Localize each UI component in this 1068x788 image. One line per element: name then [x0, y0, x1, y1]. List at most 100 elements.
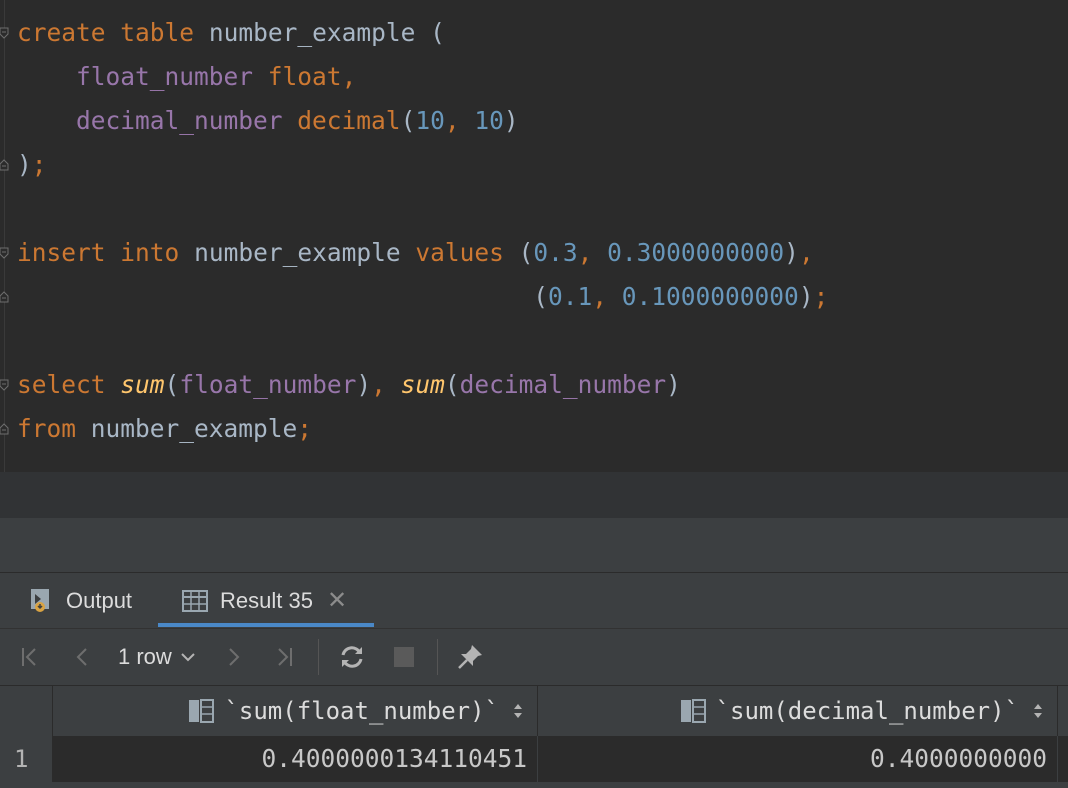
first-page-icon[interactable] — [14, 629, 46, 685]
code-line[interactable]: ); — [17, 143, 47, 187]
code-token: ) — [17, 150, 32, 179]
code-token: ( — [400, 106, 416, 135]
code-line[interactable]: select sum(float_number), sum(decimal_nu… — [17, 363, 681, 407]
code-token: 0.1000000000 — [621, 282, 799, 311]
row-count-dropdown[interactable]: 1 row — [118, 629, 196, 685]
row-number[interactable]: 1 — [0, 736, 52, 782]
tab-output-label: Output — [66, 587, 133, 613]
code-token: ( — [444, 370, 460, 399]
code-token: ) — [503, 106, 519, 135]
code-token: ; — [31, 150, 47, 179]
fold-marker-icon[interactable] — [0, 159, 9, 171]
code-token: ( — [503, 238, 534, 267]
code-token: select — [17, 370, 106, 399]
code-token: ( — [164, 370, 180, 399]
cell-float-sum[interactable]: 0.4000000134110451 — [52, 736, 538, 782]
code-token: decimal — [297, 106, 401, 135]
code-token: table — [120, 18, 195, 47]
code-token: sum — [400, 370, 445, 399]
code-line[interactable]: float_number float, — [17, 55, 356, 99]
column-icon — [188, 699, 215, 723]
column-header-label: `sum(decimal_number)` — [715, 697, 1019, 725]
code-token: float_number — [179, 370, 357, 399]
code-token: 10 — [415, 106, 445, 135]
code-token: insert — [17, 238, 106, 267]
toolbar-separator — [437, 639, 438, 675]
row-number-header — [0, 686, 53, 736]
code-token: sum — [120, 370, 165, 399]
pin-icon[interactable] — [452, 629, 488, 685]
code-token: , — [371, 370, 401, 399]
code-token: number_example — [208, 18, 416, 47]
code-token: , — [798, 238, 814, 267]
toolbar-separator — [318, 639, 319, 675]
code-token: values — [415, 238, 504, 267]
code-token: create — [17, 18, 106, 47]
code-token: ) — [356, 370, 372, 399]
code-token: 0.3 — [533, 238, 578, 267]
fold-marker-icon[interactable] — [0, 379, 9, 391]
result-grid: `sum(float_number)` `sum(decimal_number)… — [0, 686, 1068, 788]
code-line[interactable]: from number_example; — [17, 407, 312, 451]
tab-result-label: Result 35 — [220, 587, 313, 613]
code-token: from — [17, 414, 77, 443]
fold-marker-icon[interactable] — [0, 291, 9, 303]
sort-icon[interactable] — [1033, 702, 1043, 720]
code-token: float — [267, 62, 342, 91]
code-line[interactable]: (0.1, 0.1000000000); — [17, 275, 828, 319]
result-toolbar: 1 row — [0, 629, 1068, 686]
code-token: decimal_number — [459, 370, 667, 399]
code-token: , — [341, 62, 357, 91]
code-token: 0.1 — [548, 282, 593, 311]
active-tab-indicator — [158, 623, 374, 627]
code-token: float_number — [76, 62, 254, 91]
chevron-down-icon — [180, 651, 196, 663]
column-header-label: `sum(float_number)` — [224, 697, 499, 725]
code-token: ( — [17, 282, 549, 311]
previous-page-icon[interactable] — [66, 629, 98, 685]
services-tab-bar: Output Result 35 ✕ — [0, 573, 1068, 629]
column-header-decimal-sum[interactable]: `sum(decimal_number)` — [538, 686, 1058, 736]
editor-status-strip — [0, 472, 1068, 518]
code-token: 10 — [474, 106, 504, 135]
grid-bottom-border — [0, 782, 1068, 788]
last-page-icon[interactable] — [268, 629, 300, 685]
column-header-float-sum[interactable]: `sum(float_number)` — [52, 686, 538, 736]
column-icon — [680, 699, 706, 723]
fold-marker-icon[interactable] — [0, 247, 9, 259]
code-token: into — [120, 238, 180, 267]
gutter-line — [4, 0, 5, 472]
code-token: decimal_number — [76, 106, 283, 135]
code-line[interactable]: insert into number_example values (0.3, … — [17, 231, 814, 275]
code-token: , — [444, 106, 475, 135]
tab-output[interactable]: Output — [30, 573, 132, 628]
close-icon[interactable]: ✕ — [327, 586, 347, 615]
tab-result-35[interactable]: Result 35 ✕ — [182, 573, 347, 628]
sql-editor[interactable]: create table number_example ( float_numb… — [0, 0, 1068, 472]
code-token: number_example — [90, 414, 298, 443]
panel-splitter[interactable] — [0, 518, 1068, 573]
next-page-icon[interactable] — [218, 629, 250, 685]
fold-marker-icon[interactable] — [0, 423, 9, 435]
code-token: , — [577, 238, 608, 267]
table-grid-icon — [182, 589, 208, 612]
stop-icon[interactable] — [388, 629, 420, 685]
refresh-icon[interactable] — [334, 629, 370, 685]
code-line[interactable]: create table number_example ( — [17, 11, 445, 55]
row-count-label: 1 row — [118, 644, 172, 669]
code-line[interactable]: decimal_number decimal(10, 10) — [17, 99, 519, 143]
sort-icon[interactable] — [513, 702, 523, 720]
cell-decimal-sum[interactable]: 0.4000000000 — [538, 736, 1058, 782]
code-token: ) — [784, 238, 799, 267]
fold-marker-icon[interactable] — [0, 27, 9, 39]
code-token: ) — [798, 282, 814, 311]
